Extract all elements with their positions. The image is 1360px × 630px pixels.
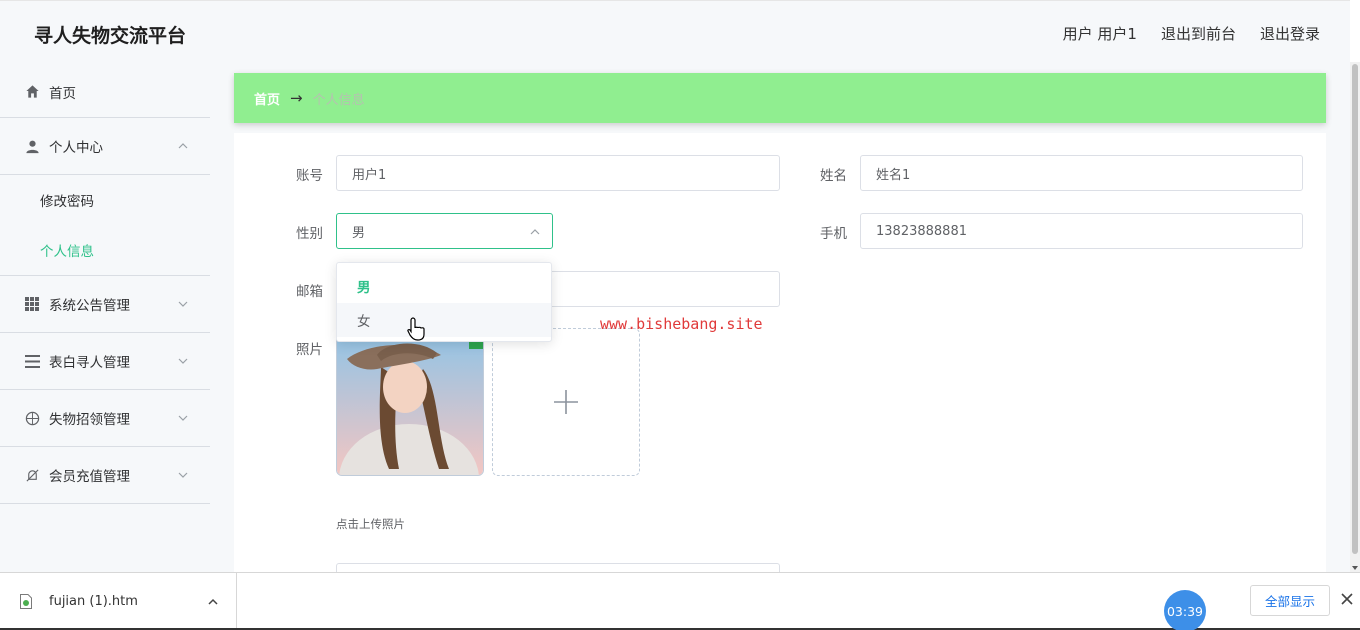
upload-tip: 点击上传照片 bbox=[336, 517, 405, 531]
watermark-text: www.bishebang.site bbox=[600, 315, 763, 333]
scroll-down-arrow-icon[interactable] bbox=[1352, 566, 1358, 570]
photo-label: 照片 bbox=[296, 342, 323, 358]
account-input[interactable]: 用户1 bbox=[336, 155, 780, 191]
current-user-label[interactable]: 用户 用户1 bbox=[1063, 23, 1137, 44]
sidebar: 首页 个人中心 修改密码 个人信息 系统公告管理 表白寻人管理 失物招领管理 会… bbox=[0, 66, 210, 572]
sidebar-subitem-personal-info[interactable]: 个人信息 bbox=[0, 225, 210, 275]
gender-option-female[interactable]: 女 bbox=[337, 303, 551, 337]
sidebar-item-label: 失物招领管理 bbox=[49, 412, 130, 428]
download-item[interactable]: fujian (1).htm bbox=[0, 573, 237, 630]
portrait-image bbox=[337, 329, 483, 475]
sidebar-item-label: 系统公告管理 bbox=[49, 298, 130, 314]
exit-to-frontend-link[interactable]: 退出到前台 bbox=[1161, 23, 1236, 44]
chevron-up-icon bbox=[530, 229, 540, 235]
list-icon bbox=[24, 353, 40, 369]
phone-input[interactable]: 13823888881 bbox=[860, 213, 1303, 249]
hand-cursor-icon bbox=[407, 317, 425, 341]
breadcrumb-home[interactable]: 首页 bbox=[254, 89, 280, 108]
chevron-down-icon bbox=[178, 472, 188, 478]
download-file-name: fujian (1).htm bbox=[49, 594, 138, 609]
grid-icon bbox=[24, 296, 40, 312]
sidebar-item-announcements[interactable]: 系统公告管理 bbox=[0, 276, 210, 333]
sidebar-item-label: 表白寻人管理 bbox=[49, 355, 130, 371]
gender-label: 性别 bbox=[296, 226, 323, 242]
user-icon bbox=[24, 138, 40, 154]
name-label: 姓名 bbox=[820, 168, 847, 184]
chevron-down-icon bbox=[178, 415, 188, 421]
top-header: 寻人失物交流平台 用户 用户1 退出到前台 退出登录 bbox=[0, 0, 1350, 66]
gender-dropdown: 男 女 bbox=[336, 262, 552, 342]
breadcrumb-separator: → bbox=[290, 89, 303, 107]
profile-photo[interactable] bbox=[336, 328, 484, 476]
sidebar-item-confession-search[interactable]: 表白寻人管理 bbox=[0, 333, 210, 390]
download-bar: fujian (1).htm 全部显示 bbox=[0, 572, 1360, 630]
sidebar-item-label: 会员充值管理 bbox=[49, 469, 130, 485]
gender-selected-value: 男 bbox=[352, 225, 366, 241]
photo-upload-button[interactable] bbox=[492, 328, 640, 476]
sidebar-item-label: 首页 bbox=[49, 85, 76, 102]
sidebar-item-personal-center[interactable]: 个人中心 bbox=[0, 118, 210, 175]
chevron-down-icon bbox=[178, 301, 188, 307]
bell-off-icon bbox=[24, 467, 40, 483]
sidebar-item-home[interactable]: 首页 bbox=[0, 66, 210, 118]
compass-icon bbox=[24, 410, 40, 426]
header-actions: 用户 用户1 退出到前台 退出登录 bbox=[1063, 23, 1320, 44]
personal-center-submenu: 修改密码 个人信息 bbox=[0, 175, 210, 276]
breadcrumb-current: 个人信息 bbox=[312, 92, 365, 108]
gender-select[interactable]: 男 bbox=[336, 213, 553, 249]
name-input[interactable]: 姓名1 bbox=[860, 155, 1303, 191]
chevron-up-icon bbox=[178, 143, 188, 149]
scrollbar-thumb[interactable] bbox=[1352, 64, 1358, 554]
gender-option-male[interactable]: 男 bbox=[337, 269, 551, 303]
home-icon bbox=[24, 84, 40, 100]
chevron-down-icon bbox=[178, 358, 188, 364]
account-label: 账号 bbox=[296, 168, 323, 184]
sidebar-item-lost-found[interactable]: 失物招领管理 bbox=[0, 390, 210, 447]
close-icon[interactable] bbox=[1340, 592, 1354, 606]
breadcrumb: 首页 → 个人信息 bbox=[234, 73, 1326, 123]
sidebar-subitem-change-password[interactable]: 修改密码 bbox=[0, 175, 210, 225]
plus-icon bbox=[554, 390, 578, 414]
app-title: 寻人失物交流平台 bbox=[34, 25, 187, 47]
page-scrollbar[interactable] bbox=[1350, 62, 1360, 572]
email-label: 邮箱 bbox=[296, 284, 323, 300]
sidebar-item-member-recharge[interactable]: 会员充值管理 bbox=[0, 447, 210, 504]
sidebar-item-label: 个人中心 bbox=[49, 140, 103, 156]
file-icon bbox=[20, 594, 32, 609]
logout-link[interactable]: 退出登录 bbox=[1260, 23, 1320, 44]
recording-timer-badge: 03:39 bbox=[1164, 590, 1206, 630]
phone-label: 手机 bbox=[820, 226, 847, 242]
show-all-downloads-button[interactable]: 全部显示 bbox=[1250, 585, 1330, 616]
chevron-up-icon[interactable] bbox=[207, 596, 219, 608]
